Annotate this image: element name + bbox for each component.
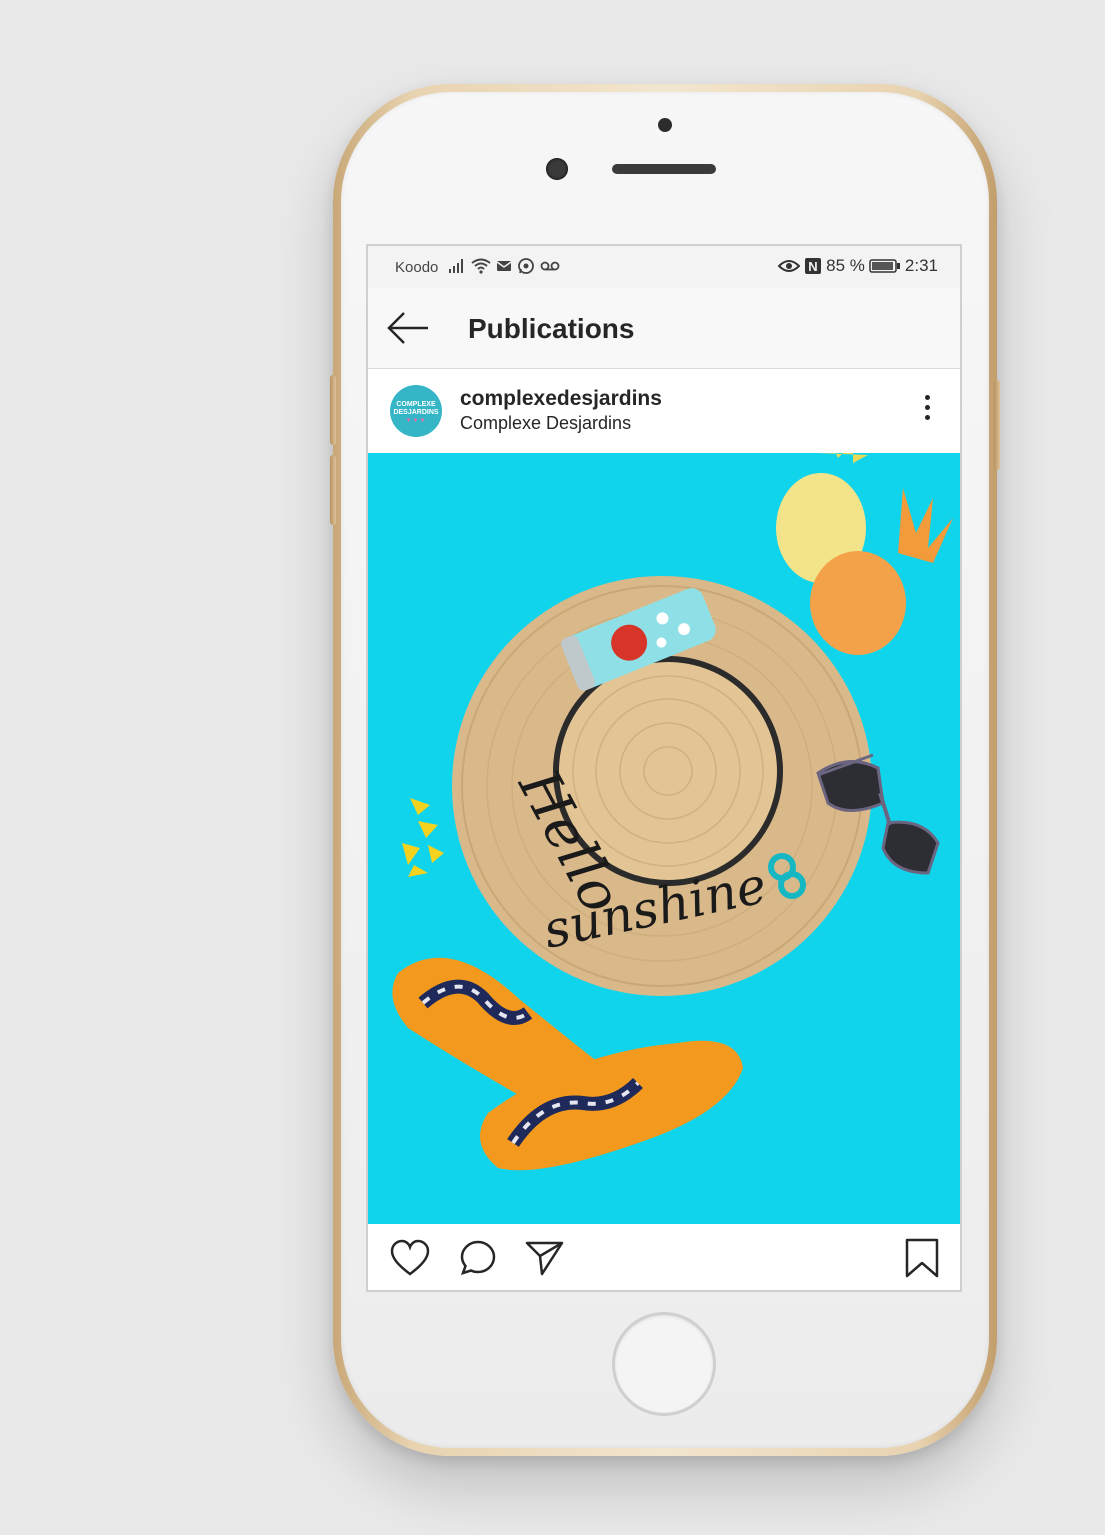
post-location[interactable]: Complexe Desjardins <box>460 413 631 434</box>
battery-icon <box>869 259 900 273</box>
bookmark-icon[interactable] <box>900 1236 944 1280</box>
page-title: Publications <box>468 313 635 344</box>
post-actions <box>368 1224 960 1290</box>
app-bar: Publications <box>368 288 960 369</box>
carrier-label: Koodo <box>395 259 439 276</box>
eye-icon <box>778 260 801 272</box>
volume-down-button <box>330 455 336 525</box>
sensor-dot <box>658 118 672 132</box>
battery-percent: 85 % <box>826 256 865 275</box>
avatar-flags-decoration: ▼▼▼ <box>405 418 427 424</box>
post-photo[interactable]: Hello sunshine <box>368 453 960 1224</box>
front-camera <box>546 158 568 180</box>
status-bar: Koodo N 85 % 2:31 <box>368 246 960 288</box>
whatsapp-icon <box>518 258 534 274</box>
comment-icon[interactable] <box>456 1236 500 1280</box>
post-username[interactable]: complexedesjardins <box>460 387 662 411</box>
svg-text:N: N <box>808 259 817 274</box>
phone-screen: Koodo N 85 % 2:31 Publications COMPLEXE … <box>366 244 962 1292</box>
status-icons-right: N 85 % 2:31 <box>778 256 938 276</box>
avatar-text: COMPLEXE DESJARDINS <box>393 401 439 416</box>
nfc-icon: N <box>805 258 822 274</box>
heart-icon[interactable] <box>388 1236 432 1280</box>
home-button[interactable] <box>612 1312 716 1416</box>
earpiece-speaker <box>612 164 716 174</box>
send-icon[interactable] <box>522 1236 566 1280</box>
volume-up-button <box>330 375 336 445</box>
post-header: COMPLEXE DESJARDINS ▼▼▼ complexedesjardi… <box>368 369 960 453</box>
signal-icon <box>449 259 463 273</box>
mail-icon <box>496 261 512 271</box>
clock: 2:31 <box>904 256 938 275</box>
avatar[interactable]: COMPLEXE DESJARDINS ▼▼▼ <box>390 385 442 437</box>
voicemail-icon <box>540 261 560 271</box>
power-button <box>994 380 1000 470</box>
yellow-confetti <box>402 798 444 877</box>
more-vertical-icon[interactable] <box>920 395 934 429</box>
back-arrow-icon[interactable] <box>386 310 430 346</box>
photo-illustration: Hello sunshine <box>392 453 953 1171</box>
wifi-icon <box>471 258 491 274</box>
status-icons-left <box>448 257 560 275</box>
